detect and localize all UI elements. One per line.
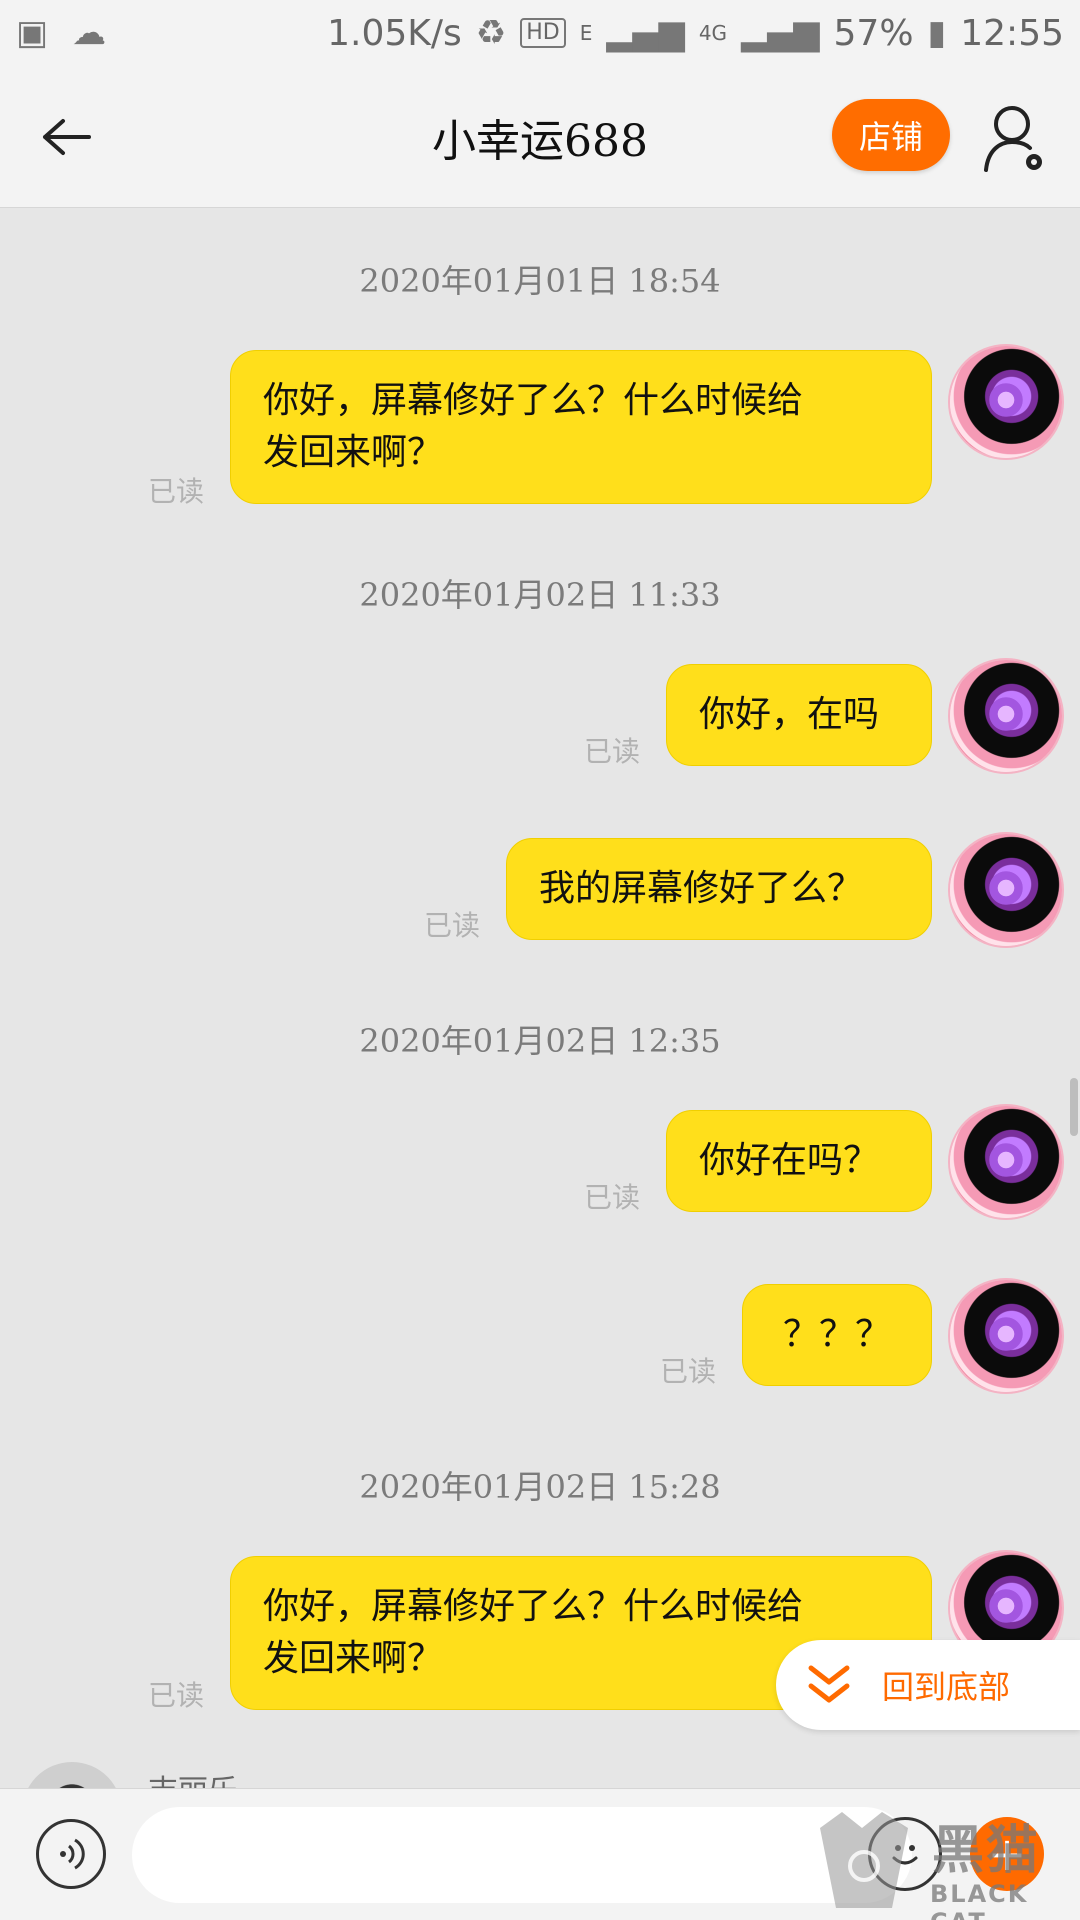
watermark-subtext: BLACK CAT	[930, 1880, 1029, 1920]
timestamp: 2020年01月01日 18:54	[359, 262, 721, 300]
message-text: 你好，屏幕修好了么？什么时候给	[263, 380, 804, 421]
network-e: E	[579, 21, 593, 45]
message-text: 发回来啊？	[263, 432, 444, 473]
network-speed: 1.05K/s	[327, 12, 462, 54]
avatar[interactable]	[950, 1106, 1062, 1218]
read-status: 已读	[148, 475, 205, 508]
user-settings-button[interactable]	[980, 98, 1050, 178]
voice-icon	[60, 1838, 85, 1870]
message-text: 你好，在吗	[699, 694, 880, 735]
recycle-icon: ♻	[475, 13, 507, 53]
chat-header: 小幸运688 店铺	[0, 66, 1080, 208]
avatar[interactable]	[950, 834, 1062, 946]
network-4g: 4G	[698, 21, 728, 45]
avatar[interactable]	[950, 346, 1062, 458]
read-status: 已读	[660, 1355, 717, 1388]
message-text: 你好，屏幕修好了么？什么时候给	[263, 1586, 804, 1627]
cloud-icon: ☁	[72, 13, 107, 53]
back-button[interactable]	[0, 66, 132, 208]
battery-icon: ▮	[927, 13, 947, 53]
message-bubble[interactable]: 你好在吗？	[666, 1110, 932, 1212]
avatar[interactable]	[950, 660, 1062, 772]
battery-percent: 57%	[833, 12, 914, 54]
read-status: 已读	[424, 909, 481, 942]
arrow-left-icon	[43, 118, 91, 155]
avatar[interactable]	[950, 1280, 1062, 1392]
back-to-bottom-button[interactable]: 回到底部	[776, 1640, 1080, 1730]
message-text: 我的屏幕修好了么？	[539, 868, 864, 909]
signal-icon: ▂▄▆	[606, 13, 685, 53]
read-status: 已读	[584, 735, 641, 768]
scrollbar[interactable]	[1070, 1078, 1078, 1136]
timestamp: 2020年01月02日 15:28	[359, 1468, 721, 1506]
status-bar: ▣ ☁ 1.05K/s ♻ HD E ▂▄▆ 4G ▂▄▆ 57% ▮ 12:5…	[0, 0, 1080, 66]
timestamp: 2020年01月02日 11:33	[359, 576, 721, 614]
chat-area[interactable]: 2020年01月01日 18:54 你好，屏幕修好了么？什么时候给 发回来啊？ …	[0, 208, 1080, 1788]
back-to-bottom-label: 回到底部	[882, 1668, 1011, 1706]
hd-badge: HD	[520, 18, 566, 48]
double-chevron-down-icon	[808, 1665, 850, 1703]
message-bubble[interactable]: 我的屏幕修好了么？	[506, 838, 932, 940]
watermark: 黑猫 BLACK CAT	[812, 1808, 1080, 1920]
read-status: 已读	[148, 1679, 205, 1712]
message-text: 你好在吗？	[699, 1140, 880, 1181]
read-status: 已读	[584, 1181, 641, 1214]
clock: 12:55	[960, 12, 1064, 54]
timestamp: 2020年01月02日 12:35	[359, 1022, 721, 1060]
message-text: ？？？	[782, 1314, 891, 1355]
image-icon: ▣	[16, 13, 49, 53]
watermark-text: 黑猫	[932, 1821, 1041, 1881]
voice-button[interactable]	[36, 1819, 106, 1889]
cat-logo-icon	[820, 1812, 908, 1908]
message-bubble[interactable]: 你好，屏幕修好了么？什么时候给 发回来啊？	[230, 350, 932, 504]
signal-icon-2: ▂▄▆	[741, 13, 820, 53]
message-input[interactable]	[132, 1807, 912, 1903]
shop-button[interactable]: 店铺	[832, 99, 950, 171]
message-bubble[interactable]: ？？？	[742, 1284, 932, 1386]
user-settings-icon	[984, 106, 1042, 172]
message-bubble[interactable]: 你好，在吗	[666, 664, 932, 766]
